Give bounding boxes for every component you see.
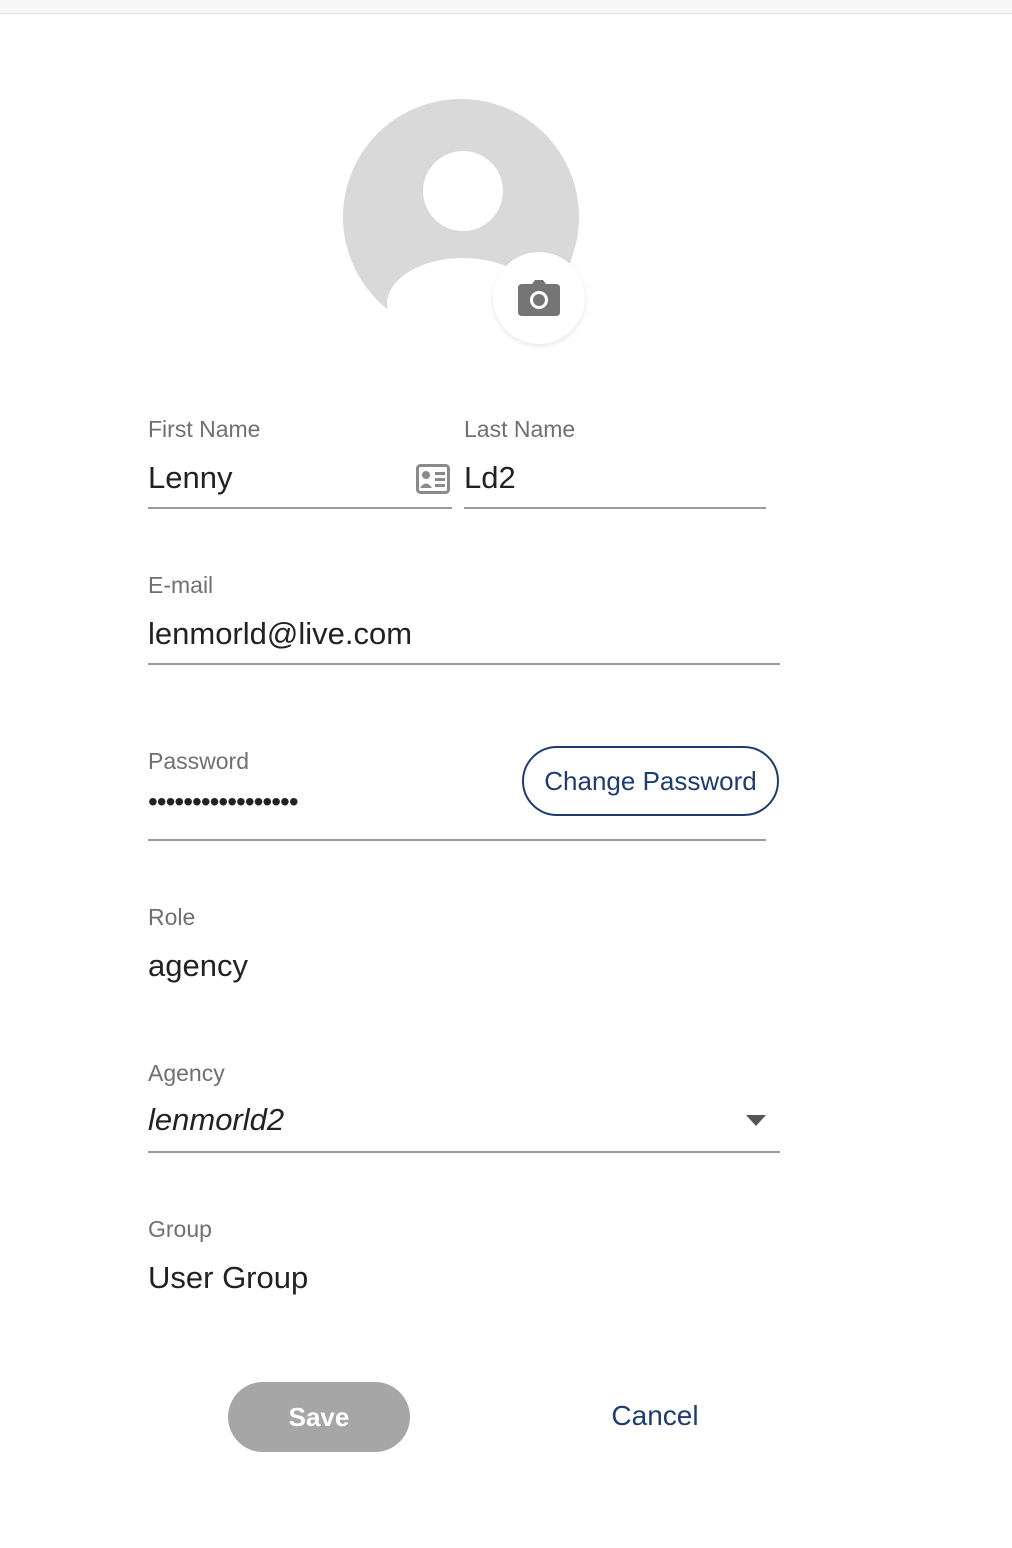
last-name-label: Last Name [464, 416, 576, 442]
agency-underline [148, 1151, 780, 1153]
first-name-underline [148, 507, 452, 509]
first-name-input[interactable]: Lenny [148, 460, 232, 496]
group-value: User Group [148, 1260, 309, 1295]
role-field: Role agency [148, 904, 780, 994]
group-field: Group User Group [148, 1216, 780, 1306]
agency-label: Agency [148, 1060, 225, 1086]
chevron-down-icon[interactable] [746, 1115, 766, 1126]
email-label: E-mail [148, 572, 214, 598]
last-name-field[interactable]: Last Name Ld2 [464, 416, 766, 511]
last-name-underline [464, 507, 766, 509]
top-bar [0, 0, 1012, 14]
password-input[interactable]: ••••••••••••••••• [148, 786, 299, 818]
email-input[interactable]: lenmorld@live.com [148, 616, 412, 652]
email-underline [148, 663, 780, 665]
contact-card-icon[interactable] [416, 464, 450, 494]
password-underline [148, 839, 766, 841]
agency-select[interactable]: Agency lenmorld2 [148, 1060, 780, 1155]
change-photo-button[interactable] [493, 252, 585, 344]
camera-icon [518, 280, 560, 316]
email-field[interactable]: E-mail lenmorld@live.com [148, 572, 780, 667]
group-label: Group [148, 1216, 212, 1242]
role-label: Role [148, 904, 196, 930]
last-name-input[interactable]: Ld2 [464, 460, 516, 496]
password-label: Password [148, 748, 249, 774]
avatar-area [343, 99, 585, 344]
change-password-button[interactable]: Change Password [522, 746, 779, 816]
cancel-button[interactable]: Cancel [590, 1400, 720, 1432]
save-button[interactable]: Save [228, 1382, 410, 1452]
first-name-label: First Name [148, 416, 261, 442]
agency-selected-value[interactable]: lenmorld2 [148, 1102, 284, 1138]
role-value: agency [148, 948, 248, 983]
first-name-field[interactable]: First Name Lenny [148, 416, 452, 511]
